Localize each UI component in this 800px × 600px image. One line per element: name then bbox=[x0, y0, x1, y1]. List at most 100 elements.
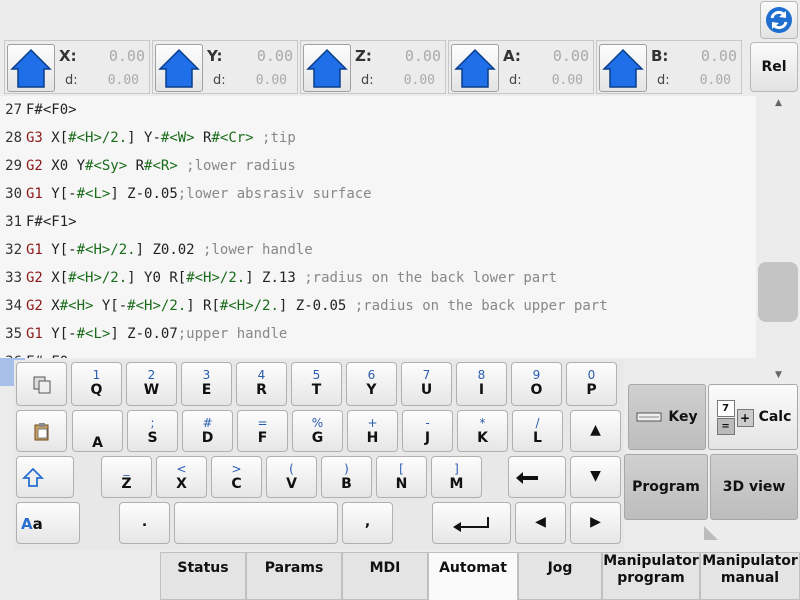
key-main-label: F bbox=[257, 430, 268, 446]
code-token: #<H>/2. bbox=[76, 242, 136, 258]
code-token: #<R> bbox=[144, 158, 178, 174]
code-line[interactable]: 28 G3 X[#<H>/2.] Y-#<W> R#<Cr> ;tip bbox=[0, 124, 756, 152]
key-o[interactable]: 9O bbox=[511, 362, 562, 406]
key-alt-label: + bbox=[367, 416, 378, 430]
refresh-button[interactable] bbox=[760, 1, 798, 39]
paste-button[interactable] bbox=[16, 410, 67, 452]
key-i[interactable]: 8I bbox=[456, 362, 507, 406]
key-x[interactable]: < X bbox=[156, 456, 207, 498]
key-d[interactable]: # D bbox=[182, 410, 233, 452]
key-a[interactable]: A bbox=[72, 410, 123, 452]
paste-icon bbox=[34, 423, 49, 441]
tab-mdi[interactable]: MDI bbox=[342, 552, 428, 600]
key-t[interactable]: 5T bbox=[291, 362, 342, 406]
key-m[interactable]: ] M bbox=[431, 456, 482, 498]
key-alt-label: 9 bbox=[532, 368, 541, 382]
tab-status[interactable]: Status bbox=[160, 552, 246, 600]
backspace-key[interactable] bbox=[508, 456, 566, 498]
axis-d-label: d: bbox=[65, 73, 78, 88]
rel-button[interactable]: Rel bbox=[750, 42, 798, 92]
home-y-button[interactable] bbox=[155, 44, 203, 92]
dot-key[interactable]: . bbox=[119, 502, 170, 544]
key-v[interactable]: (V bbox=[266, 456, 317, 498]
home-z-button[interactable] bbox=[303, 44, 351, 92]
key-s[interactable]: ; S bbox=[127, 410, 178, 452]
keyboard-icon bbox=[636, 412, 662, 422]
key-r[interactable]: 4R bbox=[236, 362, 287, 406]
copy-button[interactable] bbox=[16, 362, 67, 406]
key-alt-label: 0 bbox=[587, 368, 596, 382]
dot-label: . bbox=[141, 514, 148, 530]
key-main-label: M bbox=[449, 476, 464, 492]
key-q[interactable]: 1Q bbox=[71, 362, 122, 406]
arrow-left-key[interactable]: ◀ bbox=[515, 502, 566, 544]
key-k[interactable]: * K bbox=[457, 410, 508, 452]
scrollbar-thumb[interactable] bbox=[758, 262, 798, 322]
home-x-button[interactable] bbox=[7, 44, 55, 92]
program-button[interactable]: Program bbox=[624, 454, 708, 520]
key-main-label: N bbox=[395, 476, 408, 492]
home-icon bbox=[158, 48, 200, 88]
code-token: #<H>/2. bbox=[68, 270, 128, 286]
enter-key[interactable] bbox=[432, 502, 511, 544]
axis-name: Y: bbox=[207, 47, 223, 65]
tab-manipulator-manual[interactable]: Manipulator manual bbox=[700, 552, 800, 600]
key-c[interactable]: > C bbox=[211, 456, 262, 498]
code-token: X[ bbox=[51, 270, 69, 286]
home-b-button[interactable] bbox=[599, 44, 647, 92]
calc-button[interactable]: 7 = + Calc bbox=[708, 384, 798, 450]
key-l[interactable]: / L bbox=[512, 410, 563, 452]
space-key[interactable] bbox=[174, 502, 338, 544]
code-editor[interactable]: 27 F#<F0> 28 G3 X[#<H>/2.] Y-#<W> R#<Cr> ;t… bbox=[0, 96, 756, 358]
key-main-label: H bbox=[366, 430, 379, 446]
scroll-up-icon[interactable]: ▲ bbox=[775, 98, 782, 108]
key-n[interactable]: [N bbox=[376, 456, 427, 498]
calculator-icon: 7 = + bbox=[715, 400, 754, 435]
key-e[interactable]: 3E bbox=[181, 362, 232, 406]
key-g[interactable]: % G bbox=[292, 410, 343, 452]
code-line[interactable]: 30 G1 Y[-#<L>] Z-0.05;lower absrasiv surf… bbox=[0, 180, 756, 208]
tab-automat[interactable]: Automat bbox=[428, 552, 518, 600]
key-button[interactable]: Key bbox=[628, 384, 706, 450]
case-toggle-button[interactable]: Aa bbox=[16, 502, 80, 544]
code-line[interactable]: 31 F#<F1> bbox=[0, 208, 756, 236]
key-j[interactable]: -J bbox=[402, 410, 453, 452]
key-alt-label: # bbox=[202, 416, 213, 430]
key-y[interactable]: 6Y bbox=[346, 362, 397, 406]
key-main-label: D bbox=[201, 430, 214, 446]
shift-icon bbox=[22, 467, 44, 487]
editor-scrollbar[interactable] bbox=[756, 96, 800, 382]
code-line[interactable]: 35 G1 Y[-#<L>] Z-0.07;upper handle bbox=[0, 320, 756, 348]
scroll-down-icon[interactable]: ▼ bbox=[775, 370, 782, 380]
key-w[interactable]: 2W bbox=[126, 362, 177, 406]
key-b[interactable]: ) B bbox=[321, 456, 372, 498]
code-token: #<H> bbox=[59, 298, 94, 314]
tab-params[interactable]: Params bbox=[246, 552, 342, 600]
home-a-button[interactable] bbox=[451, 44, 499, 92]
key-h[interactable]: + H bbox=[347, 410, 398, 452]
line-number: 28 bbox=[5, 130, 22, 146]
arrow-up-key[interactable]: ▲ bbox=[570, 410, 621, 452]
code-line[interactable]: 34 G2 X#<H> Y[-#<H>/2.] R[#<H>/2.] Z-0.05… bbox=[0, 292, 756, 320]
axis-value: 0.00 bbox=[700, 47, 737, 65]
tab-manipulator-program[interactable]: Manipulator program bbox=[602, 552, 700, 600]
code-line[interactable]: 36 F#<F0> bbox=[0, 348, 756, 358]
code-line[interactable]: 29 G2 X0 Y#<Sy> R#<R> ;lower radius bbox=[0, 152, 756, 180]
tab-jog[interactable]: Jog bbox=[518, 552, 602, 600]
key-z[interactable]: _ Z bbox=[101, 456, 152, 498]
arrow-right-key[interactable]: ▶ bbox=[570, 502, 621, 544]
key-main-label: T bbox=[311, 382, 322, 398]
shift-button[interactable] bbox=[16, 456, 74, 498]
key-u[interactable]: 7U bbox=[401, 362, 452, 406]
code-token: Y[- bbox=[93, 298, 128, 314]
3d-view-button[interactable]: 3D view bbox=[710, 454, 798, 520]
arrow-down-key[interactable]: ▼ bbox=[570, 456, 621, 498]
code-line[interactable]: 33 G2 X[#<H>/2.] Y0 R[#<H>/2.] Z.13 ;radi… bbox=[0, 264, 756, 292]
code-line[interactable]: 27 F#<F0> bbox=[0, 96, 756, 124]
key-p[interactable]: 0P bbox=[566, 362, 617, 406]
comma-key[interactable]: , bbox=[342, 502, 393, 544]
line-number: 35 bbox=[5, 326, 22, 342]
code-line[interactable]: 32 G1 Y[-#<H>/2.] Z0.02 ;lower handle bbox=[0, 236, 756, 264]
code-token: R bbox=[194, 130, 212, 146]
key-f[interactable]: = F bbox=[237, 410, 288, 452]
